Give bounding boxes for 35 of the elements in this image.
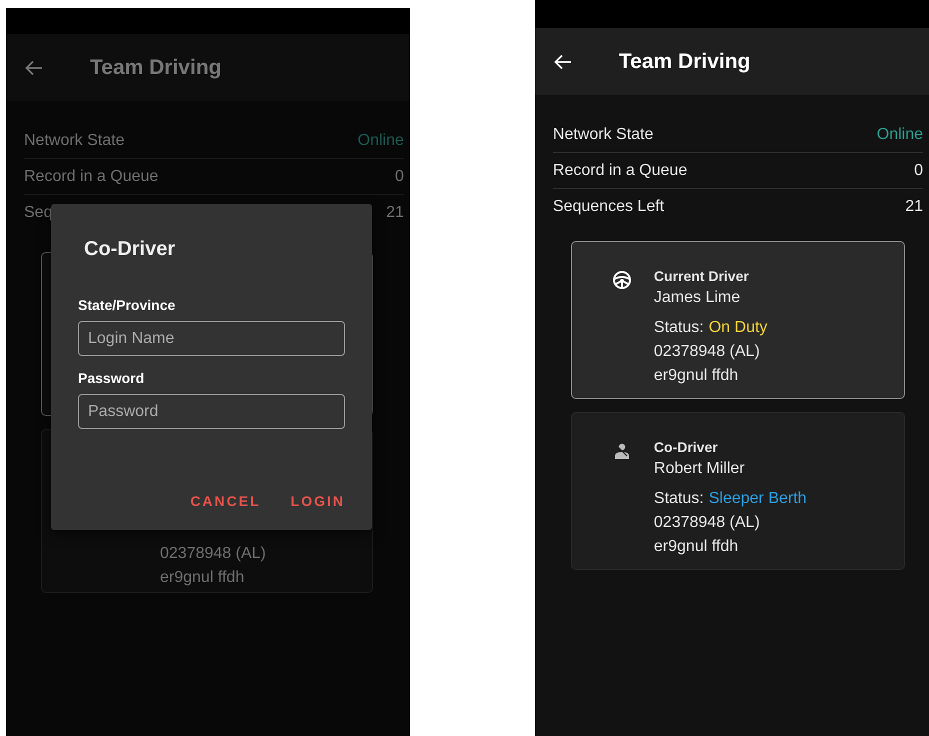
driver-name: Robert Miller bbox=[654, 459, 746, 479]
driver-role: Current Driver bbox=[654, 268, 750, 284]
info-value: 0 bbox=[395, 168, 404, 186]
status-value: On Duty bbox=[708, 318, 768, 338]
driver-code: er9gnul ffdh bbox=[654, 366, 740, 386]
info-value: Online bbox=[876, 126, 923, 144]
info-label: Record in a Queue bbox=[24, 168, 158, 186]
info-value: Online bbox=[358, 132, 404, 150]
license-number: 02378948 (AL) bbox=[160, 544, 266, 564]
info-value: 21 bbox=[386, 204, 404, 222]
info-label: Network State bbox=[552, 126, 654, 144]
license-number: 02378948 (AL) bbox=[654, 513, 761, 533]
info-label: Record in a Queue bbox=[552, 162, 688, 180]
info-label: Sequences Left bbox=[552, 198, 664, 216]
status-value: Sleeper Berth bbox=[708, 489, 807, 509]
driver-code: er9gnul ffdh bbox=[160, 568, 246, 588]
screen-title: Team Driving bbox=[90, 56, 222, 80]
driver-name: James Lime bbox=[654, 288, 742, 308]
driver-card[interactable]: Current Driver James Lime Status: On Duty 02378948 (AL) er9gnul ffdh bbox=[570, 241, 905, 399]
steering-wheel-icon bbox=[612, 270, 632, 290]
driver-role: Co-Driver bbox=[654, 439, 719, 455]
field-label: State/Province bbox=[78, 297, 176, 313]
input-field[interactable]: Login Name bbox=[78, 321, 345, 356]
field-label: Password bbox=[78, 370, 146, 386]
driver-code: er9gnul ffdh bbox=[654, 537, 740, 557]
info-value: 21 bbox=[905, 198, 923, 216]
info-label: Network State bbox=[24, 132, 124, 150]
license-number: 02378948 (AL) bbox=[654, 342, 761, 362]
dialog-title: Co-Driver bbox=[83, 238, 176, 261]
info-value: 0 bbox=[914, 162, 923, 180]
status-label: Status: bbox=[654, 318, 704, 338]
screen-title: Team Driving bbox=[618, 50, 750, 74]
input-field[interactable]: Password bbox=[78, 394, 345, 429]
driver-card[interactable]: Co-Driver Robert Miller Status: Sleeper Berth 02378948 (AL) er9gnul ffdh bbox=[570, 412, 905, 570]
status-label: Status: bbox=[654, 489, 704, 509]
